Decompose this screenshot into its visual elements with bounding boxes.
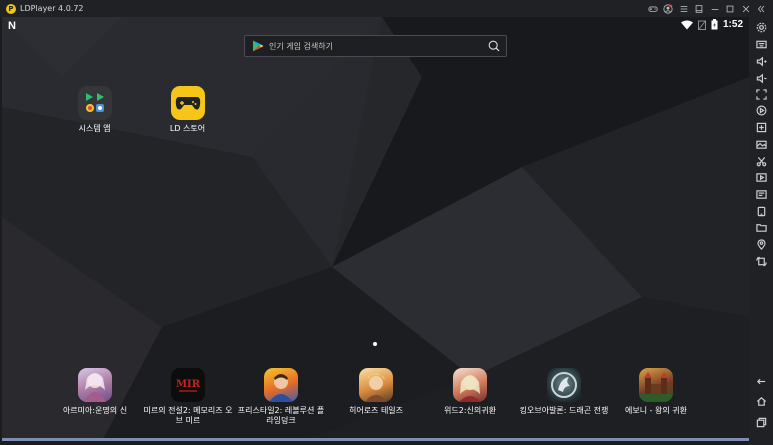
android-screen[interactable]: N 1:52 시스템 앱: [2, 17, 749, 441]
back-icon[interactable]: [753, 374, 769, 388]
window-titlebar: P LDPlayer 4.0.72: [0, 0, 773, 17]
system-apps-folder-icon: [77, 86, 112, 120]
keyboard-icon[interactable]: [753, 37, 769, 51]
minimize-icon[interactable]: [707, 0, 723, 17]
heroes-tales-icon: [359, 368, 393, 402]
recent-apps-icon[interactable]: [753, 415, 769, 429]
bookmark-icon[interactable]: [692, 0, 708, 17]
play-store-icon: [253, 40, 264, 52]
search-icon[interactable]: [488, 40, 500, 52]
home-icon[interactable]: [753, 394, 769, 408]
right-toolbar: [749, 17, 773, 445]
bottom-progress-line: [2, 438, 749, 441]
signal-icon: [697, 20, 706, 30]
record-icon[interactable]: [753, 103, 769, 117]
rotate-icon[interactable]: [753, 254, 769, 268]
armia-game-icon: [78, 368, 112, 402]
window-title: LDPlayer 4.0.72: [20, 4, 84, 13]
scissors-icon[interactable]: [753, 154, 769, 168]
wifi-icon: [680, 20, 693, 29]
status-icons: 1:52: [680, 19, 743, 30]
folder-icon[interactable]: [753, 220, 769, 234]
video-icon[interactable]: [753, 170, 769, 184]
operation-record-icon[interactable]: [753, 187, 769, 201]
notification-logo: N: [8, 20, 16, 32]
freestyle2-icon: [264, 368, 298, 402]
dock-app-ebony[interactable]: 에보니 - 왕의 귀환: [610, 368, 702, 416]
dock-app-heroes-tales[interactable]: 히어로즈 테일즈: [330, 368, 422, 416]
ld-store-icon: [170, 86, 205, 120]
android-statusbar: N 1:52: [2, 17, 749, 35]
app-label: 위드2:신의귀환: [444, 406, 496, 415]
game-search-bar[interactable]: [244, 35, 507, 57]
account-icon[interactable]: [661, 0, 677, 17]
app-label: LD 스토어: [169, 124, 206, 133]
app-label: 히어로즈 테일즈: [348, 406, 404, 415]
app-label: 미르의 전설2: 메모리즈 오브 미르: [143, 406, 233, 425]
collapse-sidebar-icon[interactable]: [754, 0, 770, 17]
dock-app-freestyle2[interactable]: 프리스타일2: 레볼루션 플 라잉덩크: [235, 368, 327, 426]
add-apk-icon[interactable]: [753, 120, 769, 134]
app-label: 시스템 앱: [78, 124, 111, 133]
fullscreen-icon[interactable]: [753, 87, 769, 101]
multi-instance-icon[interactable]: [753, 204, 769, 218]
king-of-avalon-icon: [547, 368, 581, 402]
dock-app-mir-legend[interactable]: MIR 미르의 전설2: 메모리즈 오브 미르: [142, 368, 234, 426]
clock: 1:52: [722, 19, 743, 30]
dock-app-armia[interactable]: 아르미아:운명의 신: [58, 368, 132, 416]
volume-down-icon[interactable]: [753, 71, 769, 85]
gamepad-icon[interactable]: [645, 0, 661, 17]
desktop-app-ld-store[interactable]: LD 스토어: [155, 86, 220, 134]
search-input[interactable]: [269, 41, 469, 51]
settings-icon[interactable]: [753, 20, 769, 34]
page-indicator-dot: [373, 342, 377, 346]
desktop-app-system[interactable]: 시스템 앱: [62, 86, 127, 134]
dock-app-king-of-avalon[interactable]: 킹오브아발론: 드래곤 전쟁: [514, 368, 614, 416]
app-label: 아르미아:운명의 신: [62, 406, 128, 415]
svg-text:MIR: MIR: [176, 379, 201, 390]
app-label: 킹오브아발론: 드래곤 전쟁: [519, 406, 609, 415]
maximize-icon[interactable]: [723, 0, 739, 17]
screenshot-icon[interactable]: [753, 137, 769, 151]
window-controls: [645, 0, 769, 17]
ldplayer-logo-icon: P: [6, 3, 16, 14]
app-label: 프리스타일2: 레볼루션 플 라잉덩크: [237, 406, 325, 425]
volume-up-icon[interactable]: [753, 54, 769, 68]
location-icon[interactable]: [753, 237, 769, 251]
wid2-icon: [453, 368, 487, 402]
mir-legend-icon: MIR: [171, 368, 205, 402]
menu-icon[interactable]: [676, 0, 692, 17]
battery-icon: [711, 19, 718, 30]
ebony-icon: [639, 368, 673, 402]
close-icon[interactable]: [738, 0, 754, 17]
dock-app-wid2[interactable]: 위드2:신의귀환: [424, 368, 516, 416]
app-label: 에보니 - 왕의 귀환: [624, 406, 688, 415]
